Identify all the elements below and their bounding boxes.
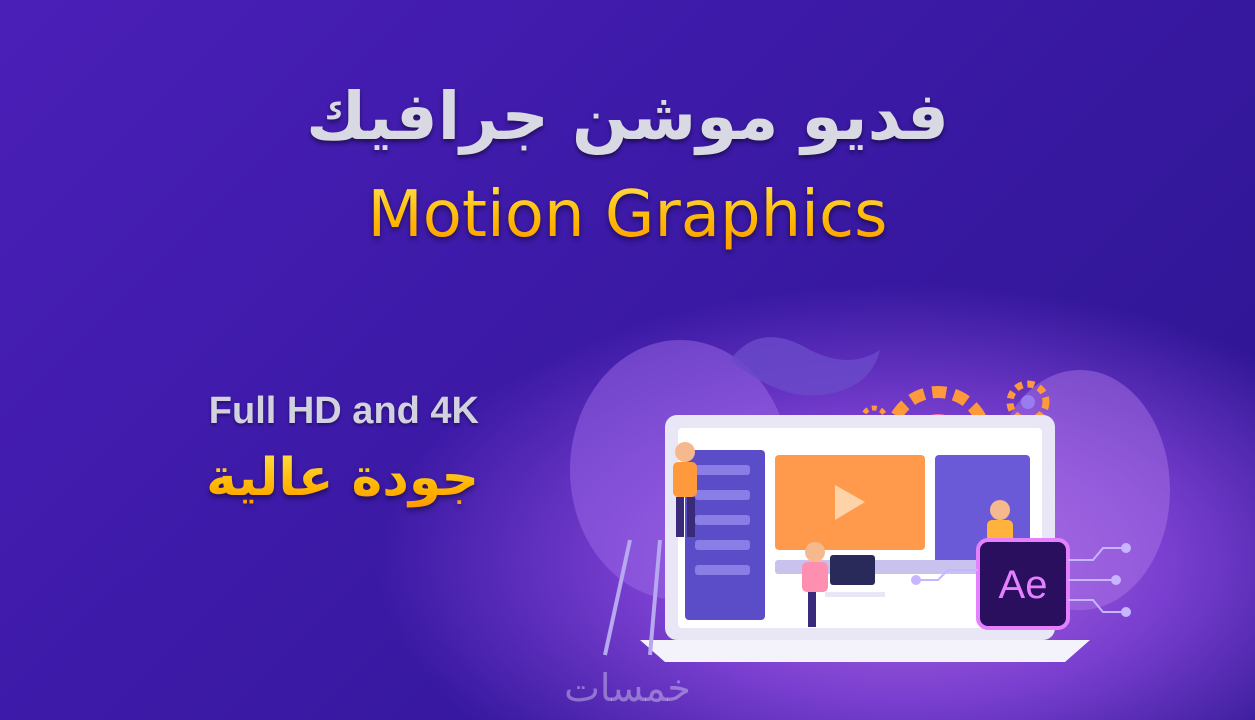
quality-text-arabic: جودة عالية [206,448,479,508]
title-arabic: فديو موشن جرافيك [306,78,949,155]
sidebar-row-3 [695,515,750,525]
laptop-base [640,640,1090,662]
sidebar-row-5 [695,565,750,575]
motion-graphics-illustration: Ae [570,337,1170,662]
resolution-text: Full HD and 4K [208,390,479,432]
sidebar-row-1 [695,465,750,475]
title-english: Motion Graphics [0,178,1255,252]
watermark-logo: خمسات [564,666,691,710]
sidebar-row-4 [695,540,750,550]
after-effects-badge: Ae [976,538,1070,630]
ae-badge-label: Ae [999,563,1048,607]
sidebar-row-2 [695,490,750,500]
